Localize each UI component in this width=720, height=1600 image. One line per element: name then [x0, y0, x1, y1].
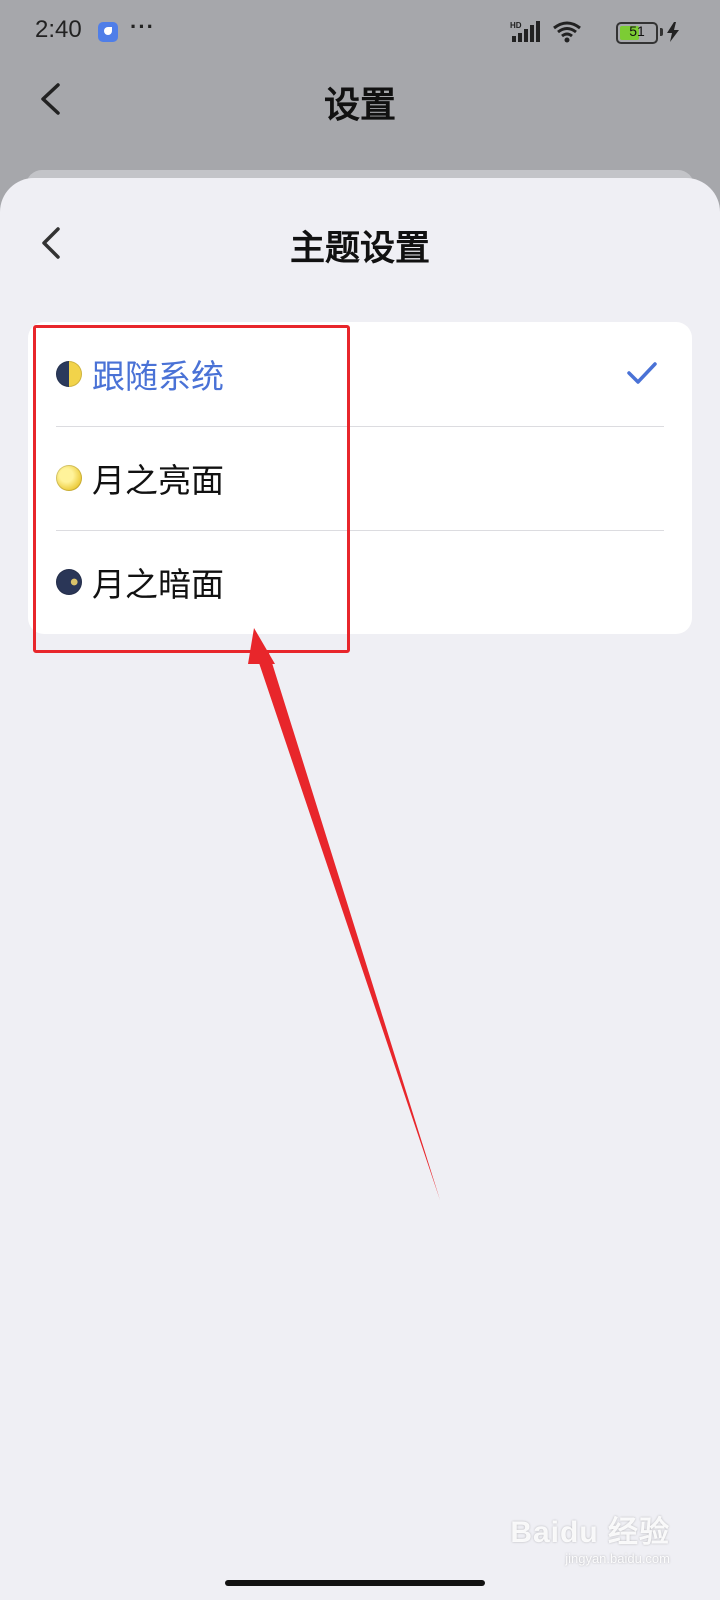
more-notifications-icon: ···	[130, 14, 155, 39]
charging-icon	[667, 22, 679, 42]
checkmark-icon	[627, 362, 657, 384]
app-notification-icon	[98, 22, 118, 42]
battery-icon: 51	[616, 22, 658, 44]
status-time: 2:40	[35, 16, 82, 43]
sheet-title: 主题设置	[289, 229, 430, 269]
status-icons: HD 51	[476, 20, 679, 46]
baidu-watermark: Baidu 经验 jingyan.baidu.com	[510, 1507, 670, 1566]
page-title: 设置	[323, 85, 396, 126]
home-indicator[interactable]	[225, 1580, 485, 1586]
battery-cap	[660, 28, 663, 36]
signal-icon: HD	[510, 21, 540, 42]
watermark-url: jingyan.baidu.com	[565, 1551, 670, 1566]
status-bar: 2:40 ··· HD 51	[0, 0, 720, 66]
wifi-icon	[553, 21, 581, 43]
svg-text:HD: HD	[510, 21, 522, 30]
battery-percent: 51	[629, 23, 645, 39]
watermark-logo: Baidu 经验	[510, 1516, 670, 1549]
annotation-highlight-box	[33, 325, 350, 653]
